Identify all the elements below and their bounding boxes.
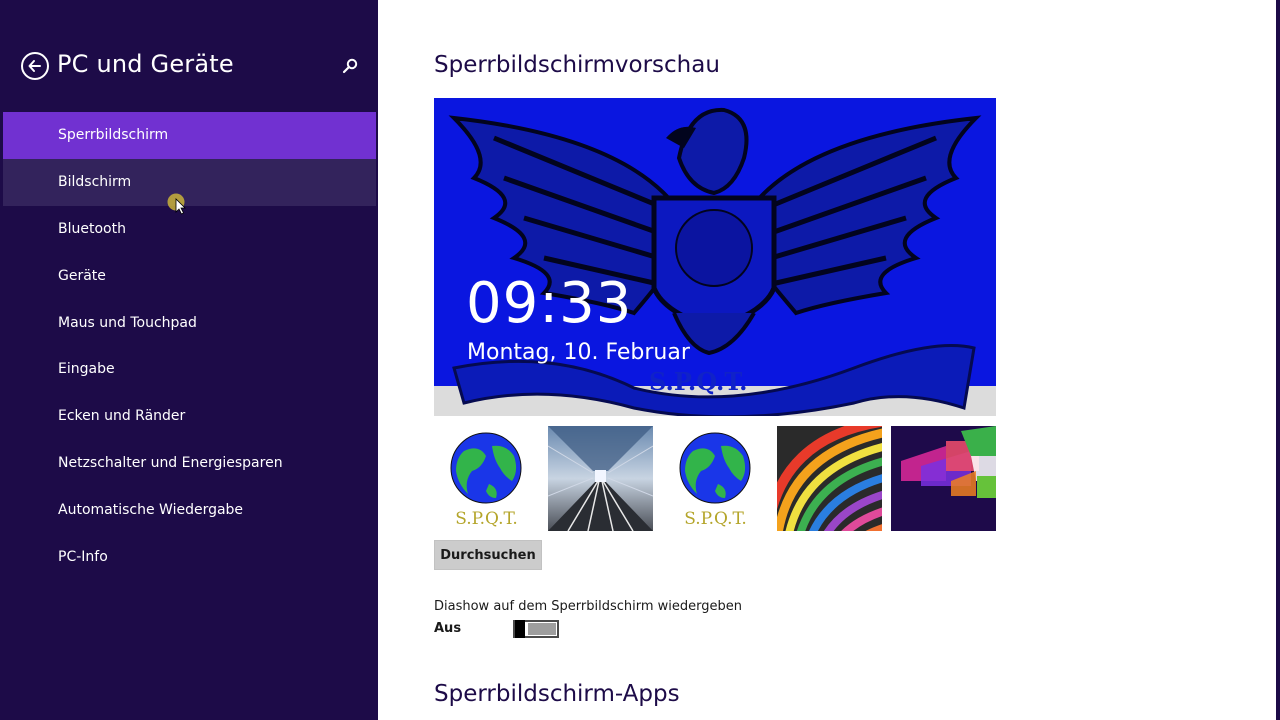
- sidebar-item-label: Ecken und Ränder: [58, 408, 186, 425]
- sidebar-item-netzschalter[interactable]: Netzschalter und Energiesparen: [3, 440, 376, 487]
- slideshow-label: Diashow auf dem Sperrbildschirm wiederge…: [434, 599, 743, 614]
- lock-clock-date: Montag, 10. Februar: [467, 340, 690, 365]
- sidebar-item-bildschirm[interactable]: Bildschirm: [3, 158, 376, 206]
- sidebar-item-label: PC-Info: [58, 548, 108, 565]
- sidebar-item-geraete[interactable]: Geräte: [3, 252, 376, 299]
- sidebar-item-label: Maus und Touchpad: [58, 314, 197, 331]
- thumbnail-globe-2[interactable]: S.P.Q.T.: [663, 426, 768, 531]
- sidebar-item-ecken-raender[interactable]: Ecken und Ränder: [3, 393, 376, 440]
- toggle-track: [528, 623, 556, 635]
- sidebar-item-label: Geräte: [58, 267, 106, 284]
- sidebar-item-automatische-wiedergabe[interactable]: Automatische Wiedergabe: [3, 486, 376, 533]
- thumbnail-globe-1[interactable]: S.P.Q.T.: [434, 426, 539, 531]
- section-title-preview: Sperrbildschirmvorschau: [434, 52, 720, 78]
- sidebar-item-label: Automatische Wiedergabe: [58, 501, 244, 518]
- subway-tunnel-image: [548, 426, 653, 531]
- slideshow-state-label: Aus: [434, 621, 462, 636]
- main-content: Sperrbildschirmvorschau S.P.Q.T. 09:33 M…: [378, 0, 1276, 720]
- browse-button[interactable]: Durchsuchen: [434, 540, 542, 570]
- sidebar-nav: Sperrbildschirm Bildschirm Bluetooth Ger…: [3, 112, 376, 580]
- color-curves-image: [777, 426, 882, 531]
- sidebar-item-maus-touchpad[interactable]: Maus und Touchpad: [3, 299, 376, 346]
- sidebar-header: PC und Geräte: [0, 0, 378, 112]
- section-title-apps: Sperrbildschirm-Apps: [434, 681, 680, 707]
- sidebar: PC und Geräte Sperrbildschirm Bildschirm…: [0, 0, 378, 720]
- sidebar-item-pc-info[interactable]: PC-Info: [3, 533, 376, 580]
- emblem-text: S.P.Q.T.: [649, 367, 747, 396]
- thumbnail-color-curves[interactable]: [777, 426, 882, 531]
- sidebar-item-eingabe[interactable]: Eingabe: [3, 346, 376, 393]
- window-edge: [1276, 0, 1280, 720]
- abstract-tiles-image: [891, 426, 996, 531]
- search-button[interactable]: [340, 57, 360, 77]
- sidebar-item-bluetooth[interactable]: Bluetooth: [3, 206, 376, 253]
- lock-screen-preview: S.P.Q.T. 09:33 Montag, 10. Februar: [434, 98, 996, 416]
- sidebar-item-sperrbildschirm[interactable]: Sperrbildschirm: [3, 112, 376, 159]
- page-title: PC und Geräte: [57, 50, 234, 78]
- thumbnail-caption: S.P.Q.T.: [684, 509, 747, 529]
- lock-clock-time: 09:33: [466, 271, 633, 336]
- thumbnail-subway[interactable]: [548, 426, 653, 531]
- thumbnail-caption: S.P.Q.T.: [455, 509, 518, 529]
- sidebar-item-label: Netzschalter und Energiesparen: [58, 454, 283, 471]
- slideshow-toggle[interactable]: [513, 620, 559, 638]
- sidebar-item-label: Bluetooth: [58, 220, 126, 237]
- thumbnail-tiles[interactable]: [891, 426, 996, 531]
- toggle-knob[interactable]: [515, 620, 525, 638]
- back-button[interactable]: [21, 52, 49, 80]
- sidebar-item-label: Sperrbildschirm: [58, 127, 169, 144]
- mouse-cursor-icon: [167, 193, 186, 215]
- sidebar-item-label: Eingabe: [58, 361, 115, 378]
- sidebar-item-label: Bildschirm: [58, 174, 132, 191]
- search-icon: [342, 58, 358, 74]
- back-arrow-icon: [28, 60, 41, 72]
- eagle-emblem-image: S.P.Q.T.: [434, 98, 996, 416]
